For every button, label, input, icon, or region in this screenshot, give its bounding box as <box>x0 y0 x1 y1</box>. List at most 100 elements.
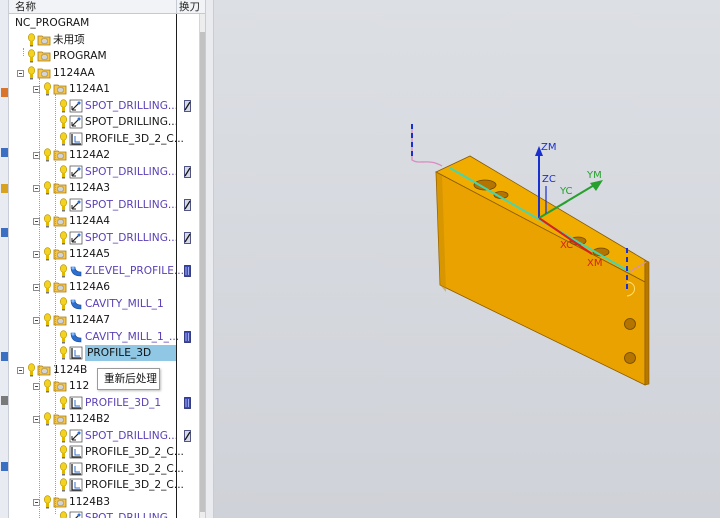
resource-bar-icon[interactable] <box>1 184 8 193</box>
drilling-operation-icon <box>69 99 83 113</box>
tree-row-label: 未用项 <box>53 33 85 46</box>
tree-row-label: 1124A2 <box>69 149 110 161</box>
tree-row-label: SPOT_DRILLING... <box>85 512 179 518</box>
status-bulb-icon <box>59 461 68 476</box>
drilling-operation-icon <box>69 115 83 129</box>
tool-change-icon <box>184 264 191 277</box>
tool-change-icon <box>184 99 191 112</box>
selected-row-label: PROFILE_3D <box>85 345 177 361</box>
collapse-toggle-icon[interactable] <box>17 366 24 374</box>
status-bulb-icon <box>59 263 68 278</box>
tree-row-label: PROFILE_3D_2_C... <box>85 446 184 458</box>
status-bulb-icon <box>43 247 52 261</box>
tool-change-icon <box>184 231 191 244</box>
status-bulb-icon <box>27 49 36 63</box>
status-bulb-icon <box>43 148 52 162</box>
status-bulb-icon <box>27 32 36 47</box>
tree-row-label: SPOT_DRILLING... <box>85 231 179 244</box>
tree-row-label: 1124A3 <box>69 182 110 194</box>
tree-row-label: 1124A5 <box>69 248 110 260</box>
side-hole[interactable] <box>624 318 636 330</box>
column-header-name[interactable]: 名称 <box>15 0 36 14</box>
profile-operation-icon <box>69 478 83 492</box>
axis-label-yc: YC <box>559 186 573 197</box>
panel-splitter[interactable] <box>205 0 214 518</box>
tree-row-label: CAVITY_MILL_1 <box>85 297 164 310</box>
drilling-operation-icon <box>69 198 83 212</box>
tree-row-label: NC_PROGRAM <box>15 17 90 29</box>
status-bulb-icon <box>59 428 68 443</box>
tree-connector <box>23 48 24 56</box>
axis-label-xc: XC <box>560 240 573 251</box>
tree-row-label: SPOT_DRILLING... <box>85 165 179 178</box>
column-header-tool-change[interactable]: 换刀 <box>179 0 200 14</box>
status-bulb-icon <box>59 478 68 492</box>
tree-row-label: PROFILE_3D_2_C... <box>85 132 184 145</box>
resource-bar-icon[interactable] <box>1 148 8 157</box>
status-bulb-icon <box>59 296 68 311</box>
resource-bar-icon[interactable] <box>1 228 8 237</box>
collapse-toggle-icon[interactable] <box>17 69 24 77</box>
graphics-viewport[interactable]: ZM ZC YC YM XC XM <box>214 0 720 518</box>
status-bulb-icon <box>43 412 52 426</box>
status-bulb-icon <box>59 197 68 212</box>
tool-change-icon <box>184 198 191 211</box>
part-side-face[interactable] <box>644 259 650 386</box>
tree-row-label: 1124A4 <box>69 215 110 227</box>
axis-label-xm: XM <box>587 258 602 269</box>
drilling-operation-icon <box>69 511 83 518</box>
status-bulb-icon <box>27 362 36 377</box>
tree-row-label: CAVITY_MILL_1_... <box>85 330 180 343</box>
toolpath-approach[interactable] <box>411 125 443 167</box>
tree-row-label: PROFILE_3D_2_C... <box>85 479 184 491</box>
tool-change-icon <box>184 429 191 442</box>
resource-bar-icon[interactable] <box>1 352 8 361</box>
program-group-icon <box>37 33 51 47</box>
tooltip-repostprocess: 重新后处理 <box>97 368 160 390</box>
profile-operation-icon <box>69 132 83 146</box>
tool-change-icon <box>184 165 191 178</box>
tree-connector <box>39 78 40 518</box>
tree-connector <box>55 94 56 514</box>
axis-label-ym: YM <box>586 170 602 181</box>
tree-row-label: PROGRAM <box>53 50 107 62</box>
tree-row-label: PROFILE_3D_2_C... <box>85 462 184 475</box>
status-bulb-icon <box>59 98 68 113</box>
status-bulb-icon <box>43 280 52 294</box>
status-bulb-icon <box>43 494 52 509</box>
resource-bar-icon[interactable] <box>1 88 8 97</box>
status-bulb-icon <box>59 164 68 179</box>
tree-row-label: SPOT_DRILLING... <box>85 99 179 112</box>
status-bulb-icon <box>59 346 68 360</box>
profile-operation-icon <box>69 462 83 476</box>
axis-label-zm: ZM <box>541 142 556 153</box>
resource-bar-icon[interactable] <box>1 396 8 405</box>
tree-row-label: 1124A6 <box>69 281 110 293</box>
tree-row-label: SPOT_DRILLING... <box>85 116 179 128</box>
status-bulb-icon <box>27 65 36 80</box>
ym-arrow-icon <box>590 180 603 191</box>
operation-navigator: 名称 换刀 NC_PROGRAM 未用项 PROGRAM 1124AA 1124A1 SP… <box>9 0 205 518</box>
status-bulb-icon <box>59 329 68 344</box>
resource-bar-icon[interactable] <box>1 462 8 471</box>
tree-row-label: 1124B2 <box>69 413 110 425</box>
navigator-header: 名称 换刀 <box>9 0 205 14</box>
status-bulb-icon <box>59 230 68 245</box>
mill-operation-icon <box>69 330 83 344</box>
status-bulb-icon <box>43 181 52 195</box>
tool-change-icon <box>184 330 191 343</box>
status-bulb-icon <box>59 445 68 459</box>
column-divider[interactable] <box>176 0 177 14</box>
status-bulb-icon <box>43 214 52 228</box>
tree-row-label: SPOT_DRILLING... <box>85 429 179 442</box>
program-group-icon <box>37 49 51 63</box>
tree-row-label: 112 <box>69 380 90 392</box>
mill-operation-icon <box>69 297 83 311</box>
drilling-operation-icon <box>69 231 83 245</box>
status-bulb-icon <box>43 313 52 327</box>
side-hole[interactable] <box>624 352 636 364</box>
status-bulb-icon <box>43 82 52 96</box>
tree-row-label: 1124B <box>53 363 88 376</box>
status-bulb-icon <box>59 115 68 129</box>
resource-bar <box>0 0 9 518</box>
